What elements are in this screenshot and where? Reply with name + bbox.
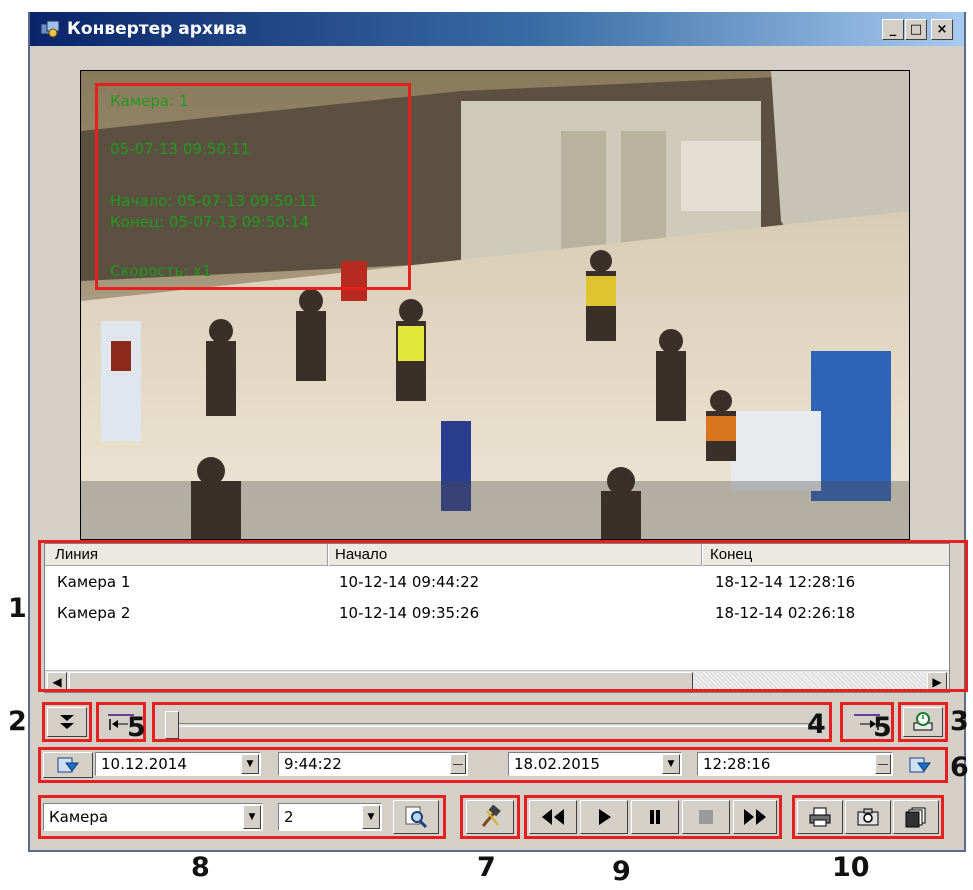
stop-icon — [699, 810, 713, 824]
export-button[interactable] — [903, 707, 943, 737]
callout-number: 6 — [950, 752, 969, 783]
end-time-field[interactable]: 12:28:16 — [697, 752, 893, 776]
save-frames-icon — [905, 807, 926, 828]
search-icon — [405, 806, 428, 829]
callout-number: 9 — [612, 856, 631, 887]
start-time-value: 9:44:22 — [284, 755, 342, 773]
chevron-down-icon[interactable]: ▼ — [662, 754, 680, 774]
close-icon[interactable]: × — [931, 19, 953, 40]
pause-icon — [650, 810, 660, 824]
search-button[interactable] — [393, 800, 439, 834]
callout-number: 3 — [950, 706, 969, 737]
play-icon — [599, 809, 611, 825]
fast-forward-button[interactable] — [733, 800, 777, 834]
pause-button[interactable] — [631, 800, 679, 834]
object-id-value: 2 — [284, 808, 294, 826]
title-bar[interactable]: Конвертер архива _ □ × — [30, 12, 964, 46]
overlay-start: Начало: 05-07-13 09:50:11 — [110, 192, 318, 210]
object-type-select[interactable]: Камера ▼ — [43, 803, 263, 831]
overlay-datetime: 05-07-13 09:50:11 — [110, 140, 251, 158]
window-icon — [40, 20, 60, 38]
chevron-down-icon[interactable]: ▼ — [243, 805, 261, 829]
video-overlay-info: Камера: 1 05-07-13 09:50:11 Начало: 05-0… — [95, 83, 411, 290]
maximize-icon[interactable]: □ — [905, 19, 927, 40]
calendar-end-icon — [909, 757, 931, 773]
expand-down-icon — [60, 715, 74, 729]
rewind-icon — [542, 809, 564, 825]
minimize-icon[interactable]: _ — [882, 19, 904, 40]
callout-number: 2 — [8, 706, 27, 737]
stop-button[interactable] — [682, 800, 730, 834]
object-type-value: Камера — [49, 808, 109, 826]
end-date-field[interactable]: 18.02.2015 ▼ — [508, 752, 682, 776]
callout-number: 5 — [127, 712, 146, 743]
window-title: Конвертер архива — [67, 19, 247, 39]
settings-icon — [481, 805, 501, 827]
object-id-select[interactable]: 2 ▼ — [278, 803, 382, 831]
rewind-button[interactable] — [529, 800, 577, 834]
chevron-down-icon[interactable]: ▼ — [241, 754, 259, 774]
save-frames-button[interactable] — [893, 800, 939, 834]
end-date-value: 18.02.2015 — [514, 755, 600, 773]
video-viewport[interactable]: Камера: 1 05-07-13 09:50:11 Начало: 05-0… — [80, 70, 910, 540]
callout-number: 5 — [873, 712, 892, 743]
snapshot-icon — [857, 808, 879, 826]
play-button[interactable] — [580, 800, 628, 834]
export-icon — [913, 712, 933, 731]
settings-button[interactable] — [466, 800, 514, 834]
start-date-value: 10.12.2014 — [101, 755, 187, 773]
time-slider[interactable] — [157, 707, 827, 739]
slider-thumb[interactable] — [165, 711, 179, 739]
calendar-start-icon — [57, 757, 79, 773]
callout-number: 1 — [8, 593, 27, 624]
callout-number: 8 — [191, 852, 210, 883]
overlay-speed: Скорость: x1 — [110, 262, 212, 280]
snapshot-button[interactable] — [845, 800, 891, 834]
expand-down-button[interactable] — [47, 707, 87, 737]
start-date-field[interactable]: 10.12.2014 ▼ — [95, 752, 261, 776]
calendar-end-button[interactable] — [896, 752, 944, 778]
overlay-end: Конец: 05-07-13 09:50:14 — [110, 213, 310, 231]
overlay-camera: Камера: 1 — [110, 92, 189, 110]
chevron-down-icon[interactable]: ▼ — [362, 805, 380, 829]
print-icon — [809, 807, 831, 827]
slider-track[interactable] — [167, 723, 815, 727]
callout-number: 4 — [807, 709, 826, 740]
start-time-field[interactable]: 9:44:22 — [278, 752, 468, 776]
callout-number: 10 — [832, 852, 870, 883]
callout-number: 7 — [477, 852, 496, 883]
fast-forward-icon — [744, 809, 766, 825]
print-button[interactable] — [797, 800, 843, 834]
spin-icon[interactable] — [875, 754, 891, 774]
end-time-value: 12:28:16 — [703, 755, 771, 773]
spin-icon[interactable] — [450, 754, 466, 774]
annotation-frame-table — [38, 540, 968, 692]
calendar-start-button[interactable] — [43, 752, 93, 778]
